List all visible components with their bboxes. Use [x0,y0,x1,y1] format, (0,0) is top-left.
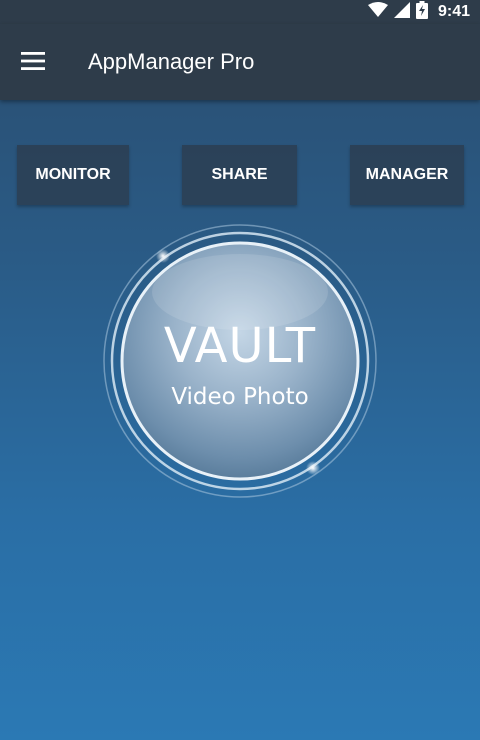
manager-button[interactable]: MANAGER [350,145,464,205]
app-bar: AppManager Pro [0,24,480,100]
hamburger-menu-icon [21,51,45,75]
monitor-button[interactable]: MONITOR [17,145,129,205]
status-bar: 9:41 [0,0,480,24]
app-title: AppManager Pro [88,49,255,74]
vault-subtitle: Video Photo [171,384,309,410]
menu-button[interactable] [12,42,54,84]
signal-icon [393,1,410,23]
vault-button[interactable]: VAULT Video Photo [101,222,379,500]
share-button[interactable]: SHARE [182,145,297,205]
status-time: 9:41 [437,3,470,20]
battery-charging-icon [415,0,428,24]
vault-title: VAULT [163,318,317,374]
wifi-icon [367,1,388,23]
status-icons: 9:41 [367,0,470,24]
